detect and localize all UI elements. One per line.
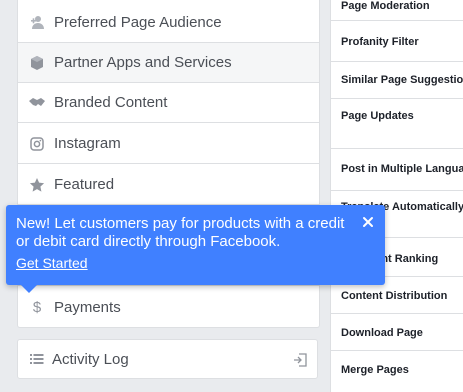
settings-item-label: Partner Apps and Services — [54, 54, 232, 71]
payments-promo-tooltip: New! Let customers pay for products with… — [6, 205, 385, 285]
settings-row-post-multiple-languages[interactable]: Post in Multiple Languages — [331, 149, 463, 191]
settings-row-page-moderation[interactable]: Page Moderation — [331, 0, 463, 21]
get-started-link[interactable]: Get Started — [16, 255, 88, 271]
tooltip-arrow — [20, 284, 38, 293]
settings-item-label: Payments — [54, 298, 121, 316]
settings-item-label: Featured — [54, 176, 115, 193]
handshake-icon — [28, 94, 46, 112]
activity-log-label: Activity Log — [52, 350, 129, 368]
settings-row-profanity-filter[interactable]: Profanity Filter — [331, 21, 463, 62]
settings-row-page-updates[interactable]: Page Updates — [331, 99, 463, 149]
settings-item-partner-apps[interactable]: Partner Apps and Services — [18, 43, 319, 83]
settings-row-label: Profanity Filter — [341, 36, 419, 48]
enter-icon[interactable] — [293, 353, 307, 372]
settings-item-label: Branded Content — [54, 94, 168, 111]
settings-row-label: Similar Page Suggestions — [341, 74, 463, 86]
settings-row-label: Page Updates — [341, 110, 414, 122]
settings-row-label: Download Page — [341, 327, 423, 339]
instagram-icon — [28, 135, 46, 153]
dollar-icon: $ — [32, 298, 42, 316]
settings-item-featured[interactable]: Featured — [18, 165, 319, 205]
settings-row-label: Post in Multiple Languages — [341, 163, 463, 175]
settings-item-preferred-page-audience[interactable]: Preferred Page Audience — [18, 2, 319, 43]
settings-row-similar-page-suggestions[interactable]: Similar Page Suggestions — [331, 62, 463, 99]
list-icon — [28, 350, 46, 368]
star-icon — [28, 176, 46, 194]
activity-log-item[interactable]: Activity Log — [17, 339, 318, 379]
settings-row-label: Merge Pages — [341, 364, 409, 376]
settings-item-payments[interactable]: $ Payments — [18, 287, 319, 327]
close-icon[interactable] — [361, 215, 375, 229]
general-settings-list: Page Moderation Profanity Filter Similar… — [330, 0, 463, 392]
settings-item-label: Instagram — [54, 135, 121, 152]
settings-row-label: Page Moderation — [341, 0, 430, 12]
settings-item-branded-content[interactable]: Branded Content — [18, 83, 319, 123]
tooltip-message: New! Let customers pay for products with… — [16, 215, 345, 250]
audience-icon — [28, 13, 46, 31]
settings-row-download-page[interactable]: Download Page — [331, 314, 463, 351]
settings-row-label: Content Distribution — [341, 290, 448, 302]
cube-icon — [28, 54, 46, 72]
settings-item-label: Preferred Page Audience — [54, 13, 222, 31]
settings-row-merge-pages[interactable]: Merge Pages — [331, 351, 463, 392]
settings-item-instagram[interactable]: Instagram — [18, 124, 319, 164]
